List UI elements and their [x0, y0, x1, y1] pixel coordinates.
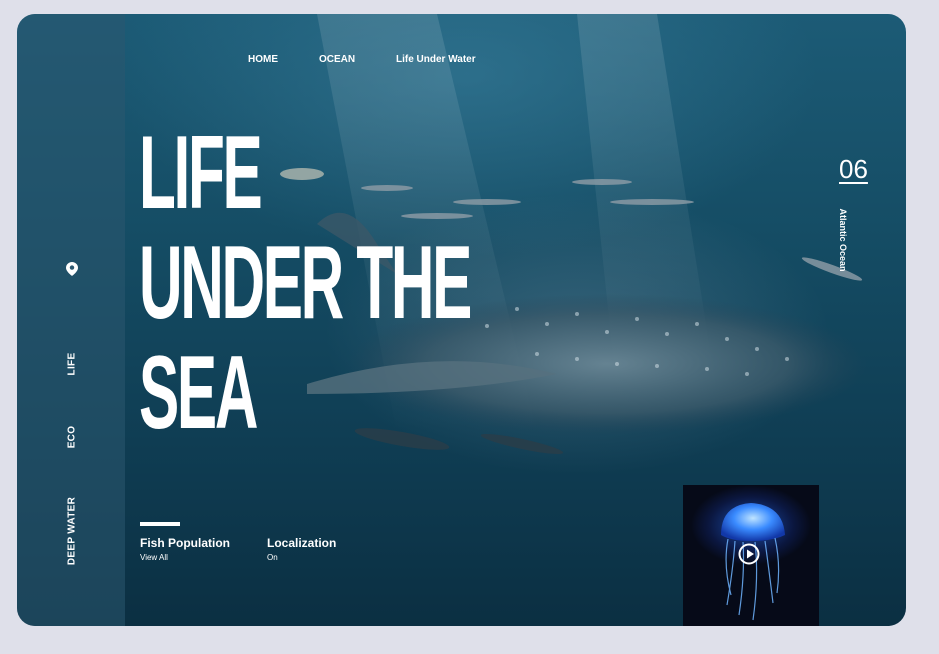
nav-home[interactable]: HOME [248, 54, 278, 65]
stat-fish-population: Fish Population View All [140, 536, 230, 562]
top-nav: HOME OCEAN Life Under Water [17, 54, 906, 70]
hero-title-line-1: LIFE [139, 115, 263, 231]
hero-card: LIFE ECO DEEP WATER HOME OCEAN Life Unde… [17, 14, 906, 626]
slide-counter: 06 [839, 154, 868, 184]
view-all-link[interactable]: View All [140, 553, 230, 562]
stat-title: Localization [267, 536, 337, 550]
sidebar-item-deep-water[interactable]: DEEP WATER [67, 497, 78, 565]
hero-title-line-2: UNDER THE [139, 225, 472, 341]
sidebar-item-eco[interactable]: ECO [67, 426, 78, 449]
localization-toggle[interactable]: On [267, 553, 336, 562]
accent-bar [140, 522, 180, 526]
sidebar-item-life[interactable]: LIFE [67, 353, 78, 376]
nav-ocean[interactable]: OCEAN [319, 54, 355, 65]
hero-title-line-3: SEA [139, 335, 258, 451]
hero-title: LIFE UNDER THE SEA [139, 115, 472, 451]
location-label: Atlantic Ocean [838, 208, 848, 272]
stat-localization: Localization On [267, 536, 336, 562]
stat-title: Fish Population [140, 536, 230, 550]
sidebar: LIFE ECO DEEP WATER [17, 14, 125, 626]
play-icon[interactable] [738, 543, 760, 565]
pin-icon[interactable] [66, 262, 78, 276]
nav-life-under-water[interactable]: Life Under Water [396, 54, 476, 65]
video-thumbnail[interactable] [683, 485, 819, 626]
